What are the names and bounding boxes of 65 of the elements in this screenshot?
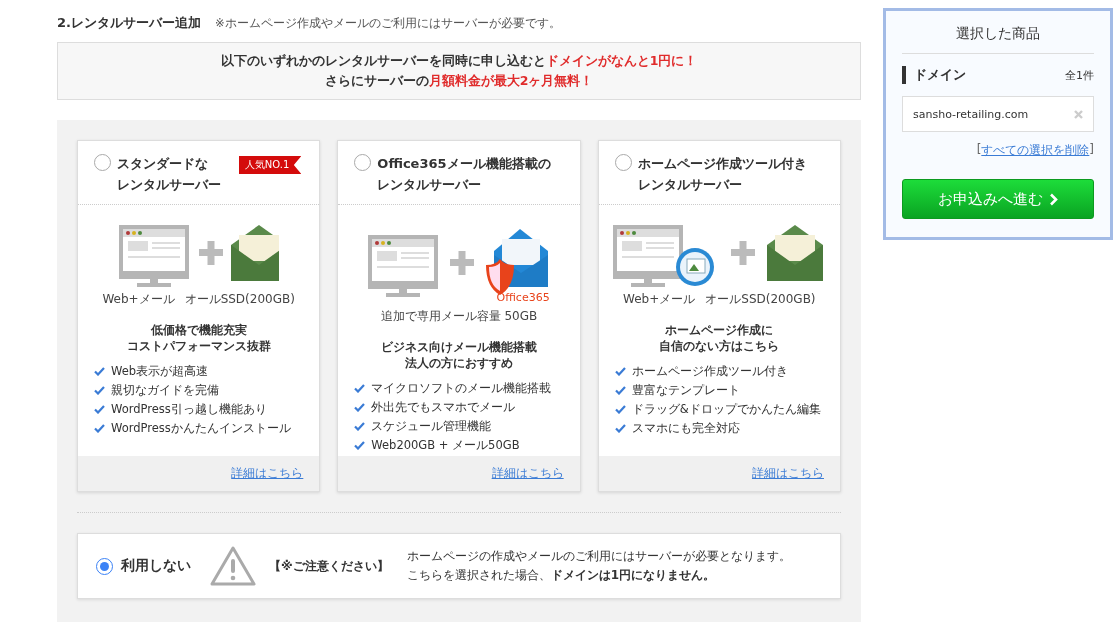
feature-text: スマホにも完全対応 bbox=[631, 420, 740, 437]
feature-text: ドラッグ&ドロップでかんたん編集 bbox=[631, 401, 821, 418]
option-label: 利用しない bbox=[121, 557, 191, 575]
plan-headline: ビジネス向けメール機能搭載 法人の方におすすめ bbox=[381, 339, 537, 371]
promo-text: さらにサーバーの bbox=[324, 73, 429, 88]
check-icon bbox=[94, 405, 105, 414]
check-icon bbox=[614, 386, 626, 395]
plan-title: ホームページ作成ツール付き レンタルサーバー bbox=[637, 155, 807, 194]
feature-text: WordPress引っ越し機能あり bbox=[111, 401, 267, 418]
plan-title: Office365メール機能搭載の レンタルサーバー bbox=[377, 155, 551, 194]
cart-title: 選択した商品 bbox=[902, 25, 1094, 54]
spec-text: Web+メール bbox=[623, 291, 696, 308]
section-title: 2.レンタルサーバー追加 bbox=[57, 14, 201, 32]
check-icon bbox=[94, 367, 105, 376]
feature-text: スケジュール管理機能 bbox=[371, 418, 492, 435]
feature-text: Web表示が超高速 bbox=[111, 363, 209, 380]
details-link[interactable]: 詳細はこちら bbox=[491, 465, 564, 482]
check-icon bbox=[354, 422, 366, 431]
caution-label: 【※ご注意ください】 bbox=[269, 557, 389, 575]
promo-highlight: ドメインがなんと1円に！ bbox=[545, 53, 698, 68]
feature-text: Web200GB + メール50GB bbox=[371, 437, 520, 454]
radio-button[interactable] bbox=[94, 154, 111, 171]
spec-text: 追加で専用メール容量 50GB bbox=[380, 308, 538, 325]
details-link[interactable]: 詳細はこちら bbox=[231, 465, 304, 482]
proceed-button[interactable]: お申込みへ進む bbox=[902, 179, 1094, 219]
domain-name: sansho-retailing.com bbox=[913, 107, 1029, 121]
check-icon bbox=[94, 386, 105, 395]
feature-text: 外出先でもスマホでメール bbox=[371, 399, 516, 416]
details-link[interactable]: 詳細はこちら bbox=[752, 465, 824, 482]
caution-message: ホームページの作成やメールのご利用にはサーバーが必要となります。 bbox=[406, 548, 791, 565]
spec-text: オールSSD(200GB) bbox=[705, 291, 816, 308]
check-icon bbox=[614, 367, 626, 376]
check-icon bbox=[614, 424, 626, 433]
plan-headline: 低価格で機能充実 コストパフォーマンス抜群 bbox=[126, 322, 271, 354]
promo-text: 以下のいずれかのレンタルサーバーを同時に申し込むと bbox=[220, 53, 546, 68]
feature-text: ホームページ作成ツール付き bbox=[631, 363, 788, 380]
chevron-right-icon bbox=[1049, 192, 1058, 206]
spec-text: Web+メール bbox=[102, 291, 175, 308]
plan-title: スタンダードな レンタルサーバー bbox=[117, 155, 221, 194]
remove-icon[interactable] bbox=[1074, 109, 1083, 119]
bracket-text: [ bbox=[976, 142, 982, 158]
check-icon bbox=[354, 384, 366, 393]
feature-text: マイクロソフトのメール機能搭載 bbox=[371, 380, 552, 397]
caution-message: こちらを選択された場合、ドメインは1円になりません。 bbox=[406, 567, 717, 584]
promo-highlight: 月額料金が最大2ヶ月無料！ bbox=[428, 73, 594, 88]
illustration-label: Office365 bbox=[496, 291, 550, 304]
ranking-ribbon: 人気NO.1 bbox=[238, 156, 302, 174]
check-icon bbox=[94, 424, 105, 433]
feature-text: 豊富なテンプレート bbox=[631, 382, 740, 399]
clear-all-link[interactable]: すべての選択を削除 bbox=[981, 142, 1090, 159]
feature-text: WordPressかんたんインストール bbox=[111, 420, 291, 437]
plan-headline: ホームページ作成に 自信のない方はこちら bbox=[659, 322, 780, 354]
check-icon bbox=[354, 403, 366, 412]
warning-icon bbox=[209, 545, 257, 587]
section-note: ※ホームページ作成やメールのご利用にはサーバーが必要です。 bbox=[215, 16, 561, 31]
feature-text: 親切なガイドを完備 bbox=[111, 382, 219, 399]
bracket-text: ] bbox=[1089, 142, 1094, 158]
item-count: 全1件 bbox=[1065, 67, 1094, 83]
check-icon bbox=[354, 441, 366, 450]
radio-button[interactable] bbox=[614, 154, 632, 171]
category-label: ドメイン bbox=[902, 66, 966, 84]
check-icon bbox=[614, 405, 626, 414]
radio-button[interactable] bbox=[96, 558, 113, 575]
spec-text: オールSSD(200GB) bbox=[184, 291, 295, 308]
radio-button[interactable] bbox=[354, 154, 372, 171]
